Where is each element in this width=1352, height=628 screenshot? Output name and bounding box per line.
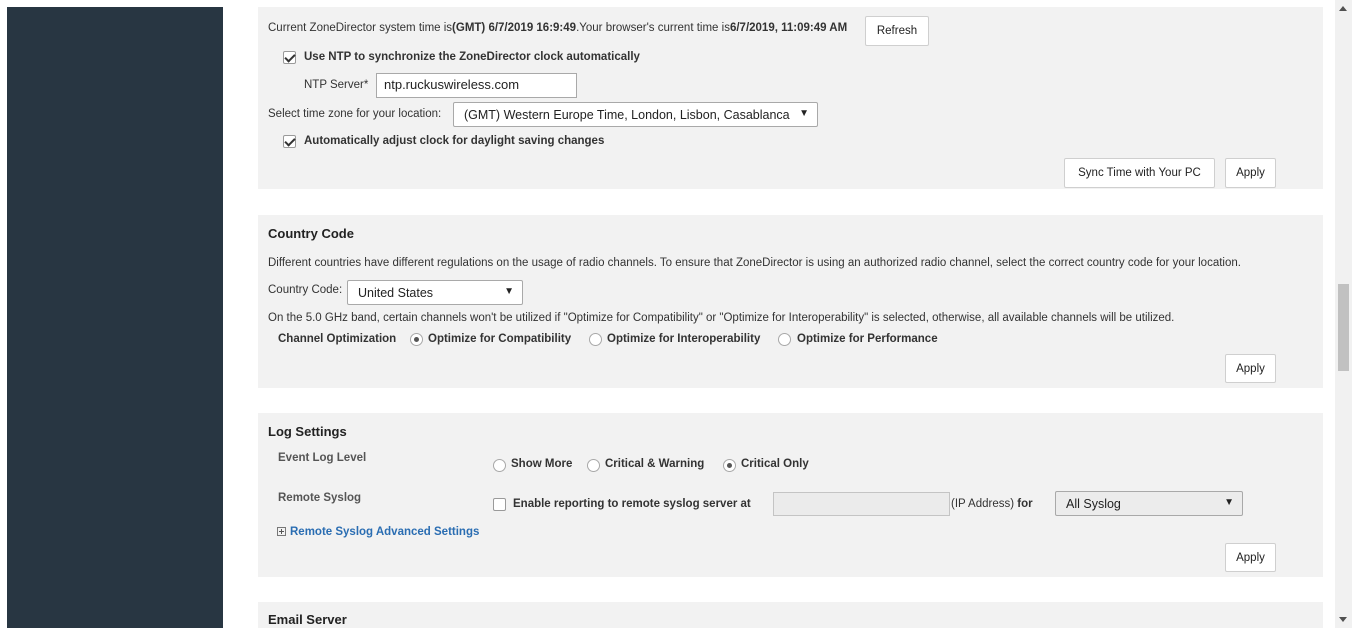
ip-address-hint: (IP Address) for [951,498,1033,510]
radio-critical-warning[interactable] [587,459,600,472]
option-performance-label: Optimize for Performance [797,333,938,345]
browser-time-prefix: .Your browser's current time is [576,22,730,34]
country-code-label: Country Code: [268,284,343,296]
timezone-label: Select time zone for your location: [268,108,442,120]
syslog-facility-value: All Syslog [1066,496,1121,511]
scroll-up-arrow-icon[interactable] [1339,6,1347,11]
top-strip [0,0,1335,7]
system-time-line: Current ZoneDirector system time is(GMT)… [268,22,847,34]
ntp-checkbox[interactable] [283,51,296,64]
critical-only-label: Critical Only [741,458,809,470]
system-time-panel: Current ZoneDirector system time is(GMT)… [258,7,1323,189]
system-time-prefix: Current ZoneDirector system time is [268,22,453,34]
dropdown-arrow-icon: ▼ [1224,497,1234,508]
timezone-value: (GMT) Western Europe Time, London, Lisbo… [464,107,790,122]
email-server-title: Email Server [268,612,347,627]
channel-optimization-label: Channel Optimization [278,333,397,345]
sync-time-button[interactable]: Sync Time with Your PC [1064,158,1215,188]
sidebar [7,7,223,628]
critical-warning-label: Critical & Warning [605,458,705,470]
syslog-ip-input[interactable] [773,492,950,516]
country-code-apply-button[interactable]: Apply [1225,354,1276,383]
dst-checkbox-label: Automatically adjust clock for daylight … [304,135,605,147]
email-server-panel: Email Server [258,602,1323,628]
for-label: for [1017,498,1033,510]
ntp-server-label: NTP Server* [304,79,369,91]
expand-plus-icon [277,527,286,536]
log-settings-apply-button[interactable]: Apply [1225,543,1276,572]
log-settings-title: Log Settings [268,424,347,439]
ntp-checkbox-label: Use NTP to synchronize the ZoneDirector … [304,51,640,63]
radio-optimize-interoperability[interactable] [589,333,602,346]
radio-optimize-performance[interactable] [778,333,791,346]
country-code-value: United States [358,285,434,300]
event-log-level-label: Event Log Level [278,452,367,464]
scrollbar-thumb[interactable] [1338,284,1349,371]
country-code-title: Country Code [268,226,354,241]
scroll-down-arrow-icon[interactable] [1339,617,1347,622]
log-settings-panel: Log Settings Event Log Level Show More C… [258,413,1323,577]
advanced-link-label: Remote Syslog Advanced Settings [290,526,480,538]
vertical-scrollbar[interactable] [1335,0,1352,628]
channel-note: On the 5.0 GHz band, certain channels wo… [268,312,1175,324]
remote-syslog-advanced-link[interactable]: Remote Syslog Advanced Settings [277,526,479,538]
main-content: Current ZoneDirector system time is(GMT)… [223,7,1335,628]
radio-optimize-compatibility[interactable] [410,333,423,346]
country-code-panel: Country Code Different countries have di… [258,215,1323,388]
remote-syslog-label: Remote Syslog [278,492,362,504]
dst-checkbox[interactable] [283,135,296,148]
remote-syslog-checkbox[interactable] [493,498,506,511]
remote-syslog-checkbox-label: Enable reporting to remote syslog server… [513,498,751,510]
ntp-server-input[interactable]: ntp.ruckuswireless.com [376,73,577,98]
option-interoperability-label: Optimize for Interoperability [607,333,761,345]
show-more-label: Show More [511,458,573,470]
refresh-button[interactable]: Refresh [865,16,929,46]
ip-suffix: (IP Address) [951,498,1015,510]
country-code-description: Different countries have different regul… [268,257,1241,269]
radio-show-more[interactable] [493,459,506,472]
system-time-apply-button[interactable]: Apply [1225,158,1276,188]
syslog-facility-select[interactable]: All Syslog ▼ [1055,491,1243,516]
radio-critical-only[interactable] [723,459,736,472]
country-code-select[interactable]: United States ▼ [347,280,523,305]
zd-system-time: (GMT) 6/7/2019 16:9:49 [452,22,577,34]
option-compatibility-label: Optimize for Compatibility [428,333,572,345]
dropdown-arrow-icon: ▼ [799,108,809,119]
browser-time: 6/7/2019, 11:09:49 AM [729,22,848,34]
dropdown-arrow-icon: ▼ [504,286,514,297]
timezone-select[interactable]: (GMT) Western Europe Time, London, Lisbo… [453,102,818,127]
